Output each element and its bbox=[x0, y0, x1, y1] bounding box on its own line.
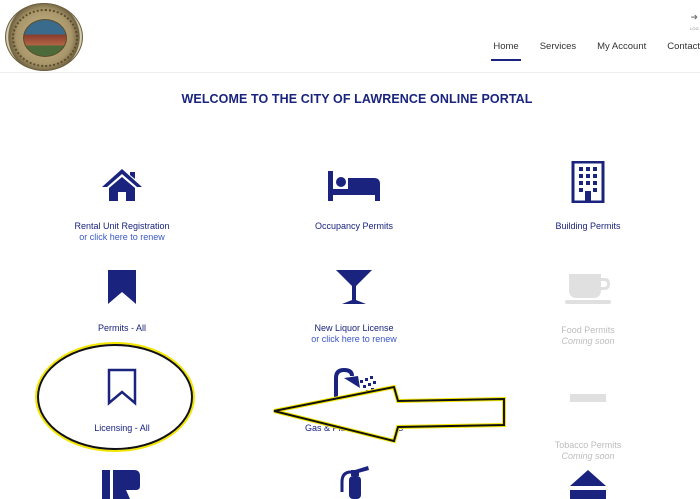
tile-row4-2[interactable] bbox=[254, 466, 454, 499]
logout-icon[interactable]: ➜ bbox=[690, 12, 698, 23]
coming-soon-label: Coming soon bbox=[561, 451, 615, 461]
arrow-annotation bbox=[273, 385, 506, 444]
cocktail-glass-icon bbox=[336, 270, 372, 304]
nav-contact[interactable]: Contact bbox=[667, 41, 700, 52]
tile-permits-all[interactable]: Permits - All bbox=[22, 266, 222, 334]
header: ➜ LOG Home Services My Account Contact bbox=[0, 0, 700, 72]
nav-my-account[interactable]: My Account bbox=[597, 41, 646, 52]
fire-extinguisher-icon bbox=[340, 466, 369, 499]
seal-emblem bbox=[23, 19, 67, 57]
tile-occupancy-permits[interactable]: Occupancy Permits bbox=[254, 163, 454, 232]
page-title: WELCOME TO THE CITY OF LAWRENCE ONLINE P… bbox=[181, 92, 533, 106]
tile-tobacco-permits: Tobacco Permits Coming soon bbox=[488, 366, 688, 461]
tile-label: Occupancy Permits bbox=[314, 221, 394, 231]
tile-label: Food Permits bbox=[561, 325, 615, 335]
header-divider bbox=[0, 72, 700, 73]
tile-rental-unit-registration[interactable]: Rental Unit Registration or click here t… bbox=[22, 163, 222, 242]
tile-row4-3[interactable] bbox=[488, 466, 688, 499]
renew-link[interactable]: or click here to renew bbox=[22, 232, 222, 242]
tile-label: Tobacco Permits bbox=[554, 440, 622, 450]
city-seal-logo[interactable] bbox=[5, 3, 83, 71]
tobacco-icon bbox=[570, 394, 606, 402]
tile-label: Permits - All bbox=[97, 323, 146, 333]
highlight-circle-annotation bbox=[37, 344, 193, 450]
eject-icon bbox=[570, 470, 606, 499]
coming-soon-label: Coming soon bbox=[561, 336, 615, 346]
thumbs-down-icon bbox=[102, 470, 140, 499]
tile-label: New Liquor License bbox=[314, 323, 394, 333]
coffee-cup-icon bbox=[565, 274, 611, 304]
tile-building-permits[interactable]: Building Permits bbox=[488, 161, 688, 232]
tile-row4-1[interactable] bbox=[22, 466, 222, 499]
nav-services[interactable]: Services bbox=[540, 41, 576, 52]
main-nav: Home Services My Account Contact bbox=[472, 41, 700, 61]
tile-new-liquor-license[interactable]: New Liquor License or click here to rene… bbox=[254, 266, 454, 344]
tile-label: Building Permits bbox=[555, 221, 621, 231]
bookmark-filled-icon bbox=[108, 270, 136, 304]
tile-food-permits: Food Permits Coming soon bbox=[488, 266, 688, 346]
tile-label: Rental Unit Registration bbox=[74, 221, 170, 231]
house-icon bbox=[102, 169, 142, 201]
renew-link[interactable]: or click here to renew bbox=[254, 334, 454, 344]
building-icon bbox=[571, 161, 605, 203]
logout-label[interactable]: LOG bbox=[690, 26, 699, 31]
nav-home[interactable]: Home bbox=[491, 41, 522, 61]
bed-icon bbox=[328, 171, 380, 201]
